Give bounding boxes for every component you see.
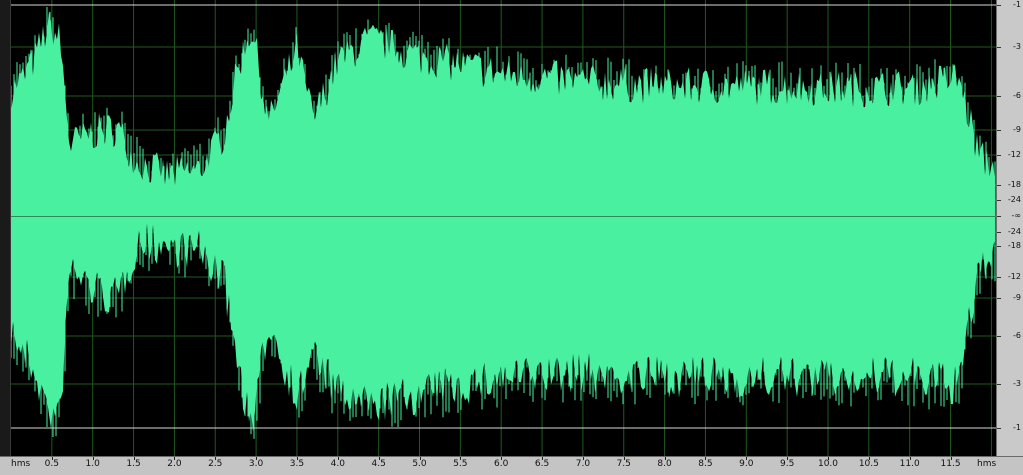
db-label: -1: [1013, 423, 1021, 432]
time-label: 11.5: [940, 459, 961, 469]
db-tick: [997, 277, 1001, 278]
time-tick: [378, 457, 380, 460]
left-scroll-edge[interactable]: [0, 0, 11, 456]
time-tick: [828, 457, 829, 460]
time-tick: [868, 457, 870, 460]
db-label: -18: [1007, 180, 1021, 189]
db-tick: [997, 246, 1001, 247]
time-tick: [909, 457, 911, 460]
time-tick: [460, 457, 462, 460]
time-units-end: hms: [977, 459, 997, 469]
waveform-display[interactable]: [11, 0, 996, 456]
db-tick: [997, 5, 1001, 6]
db-tick: [997, 384, 1001, 385]
waveform-canvas[interactable]: [11, 0, 996, 456]
time-label: 6.0: [494, 459, 509, 469]
time-label: 10.0: [817, 459, 839, 469]
time-label: 0.5: [44, 459, 60, 469]
db-tick: [997, 47, 1001, 48]
db-tick: [997, 185, 1001, 186]
db-tick: [997, 155, 1001, 156]
db-label: -9: [1013, 293, 1021, 302]
db-tick: [997, 232, 1001, 233]
db-tick: [997, 428, 1001, 429]
time-label: 8.5: [698, 459, 713, 469]
time-tick: [542, 457, 544, 460]
time-tick: [92, 457, 94, 460]
db-label: -3: [1013, 42, 1021, 51]
db-tick: [997, 200, 1001, 201]
time-tick: [133, 457, 135, 460]
db-tick: [997, 336, 1001, 337]
time-label: 11.0: [899, 459, 920, 469]
time-label: 7.5: [616, 459, 631, 469]
db-label: -12: [1007, 150, 1021, 159]
time-label: 9.5: [779, 459, 795, 469]
time-label: 4.0: [330, 459, 345, 469]
db-label: -6: [1013, 91, 1021, 100]
time-label: 6.5: [534, 459, 550, 469]
time-label: 5.5: [453, 459, 468, 469]
time-units-start: hms: [11, 459, 31, 469]
db-label: -18: [1007, 241, 1021, 250]
time-label: 2.0: [167, 459, 182, 469]
db-label: -24: [1007, 227, 1021, 236]
time-tick: [296, 457, 298, 460]
time-label: 5.0: [412, 459, 427, 469]
db-tick: [997, 130, 1001, 131]
time-tick: [664, 457, 666, 460]
time-ruler[interactable]: hms hms 0.5 1.0 1.5 2.0 2.5 3.0 3.5 4.0 4.5 5.0 5.…: [0, 456, 1023, 475]
time-label: 10.5: [858, 459, 879, 469]
time-label: 7.0: [575, 459, 591, 469]
db-label: -1: [1013, 0, 1021, 9]
time-label: 3.0: [248, 459, 264, 469]
time-tick: [950, 457, 952, 460]
time-tick: [419, 457, 421, 460]
time-tick: [51, 457, 53, 460]
time-label: 4.5: [371, 459, 386, 469]
waveform-editor: -1 -3 -6 -9 -12 -18 -24 -∞ -24 -18 -12 -9 -6 -3 -1 hms…: [0, 0, 1023, 475]
time-tick: [337, 457, 339, 460]
time-tick: [787, 457, 789, 460]
time-tick: [623, 457, 625, 460]
db-label: -3: [1013, 379, 1021, 388]
db-label: -12: [1007, 272, 1021, 281]
time-tick: [215, 457, 217, 460]
time-tick: [582, 457, 584, 460]
time-label: 3.5: [289, 459, 305, 469]
db-label: -9: [1013, 125, 1021, 134]
time-label: 8.0: [657, 459, 672, 469]
db-tick: [997, 298, 1001, 299]
time-tick: [705, 457, 707, 460]
db-label: -∞: [1011, 211, 1021, 220]
time-tick: [174, 457, 176, 460]
time-tick: [501, 457, 503, 460]
db-tick: [997, 216, 1001, 217]
time-label: 2.5: [208, 459, 223, 469]
decibel-ruler[interactable]: -1 -3 -6 -9 -12 -18 -24 -∞ -24 -18 -12 -9 -6 -3 -1: [996, 0, 1023, 456]
time-tick: [746, 457, 748, 460]
time-label: 9.0: [739, 459, 754, 469]
db-tick: [997, 96, 1001, 97]
time-label: 1.0: [85, 459, 100, 469]
time-tick: [256, 457, 258, 460]
db-label: -6: [1013, 331, 1021, 340]
db-label: -24: [1007, 195, 1021, 204]
time-label: 1.5: [126, 459, 141, 469]
